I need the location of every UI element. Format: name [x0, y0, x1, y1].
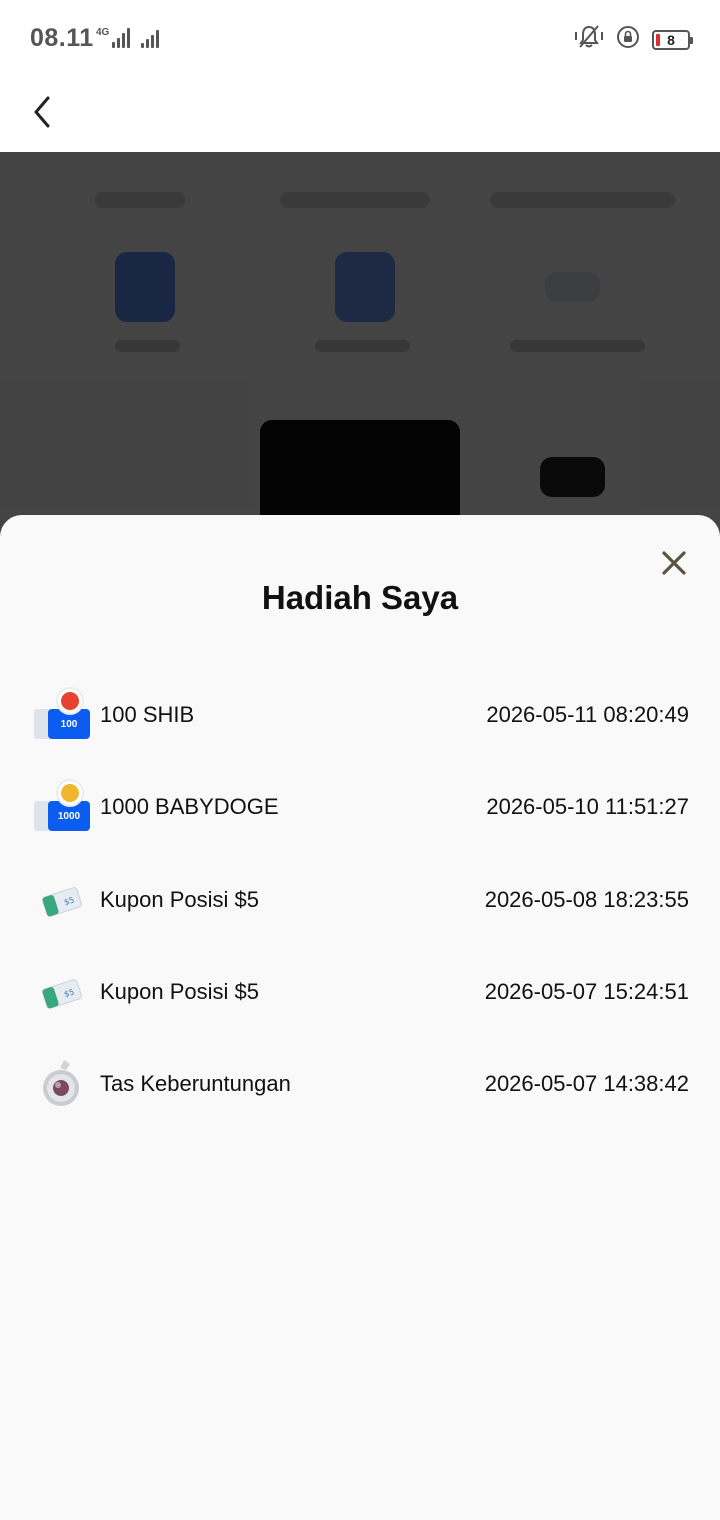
back-button[interactable]	[22, 84, 62, 140]
status-bar: 08.11 4G 8	[0, 0, 720, 76]
reward-date: 2026-05-07 15:24:51	[484, 979, 689, 1005]
reward-date: 2026-05-07 14:38:42	[484, 1071, 689, 1097]
sheet-title: Hadiah Saya	[261, 579, 459, 616]
coupon-icon: $5	[34, 872, 90, 928]
status-time: 08.11	[30, 24, 94, 52]
close-button[interactable]	[656, 545, 692, 581]
signal-icon	[112, 26, 131, 48]
reward-row[interactable]: $5 Kupon Posisi $5 2026-05-08 18:23:55	[0, 854, 720, 946]
vibrate-icon	[574, 24, 604, 55]
network-type: 4G	[96, 27, 110, 38]
reward-date: 2026-05-08 18:23:55	[484, 886, 689, 912]
reward-list: 100 100 SHIB 2026-05-11 08:20:49 1000 10…	[0, 669, 720, 1130]
reward-name: Kupon Posisi $5	[100, 886, 259, 912]
close-icon	[662, 551, 686, 575]
coupon-icon: $5	[34, 964, 90, 1020]
reward-name: 100 SHIB	[100, 702, 195, 728]
shib-token-icon: 100	[34, 687, 90, 743]
reward-row[interactable]: 1000 1000 BABYDOGE 2026-05-10 11:51:27	[0, 761, 720, 853]
status-right-icons: 8	[574, 24, 693, 55]
my-rewards-sheet: Hadiah Saya 100 100 SHIB 2026-05-11 08:2…	[0, 515, 720, 1520]
reward-date: 2026-05-11 08:20:49	[486, 702, 689, 728]
reward-name: Kupon Posisi $5	[100, 979, 259, 1005]
reward-row[interactable]: Tas Keberuntungan 2026-05-07 14:38:42	[0, 1038, 720, 1130]
lucky-bag-icon	[34, 1056, 90, 1112]
reward-row[interactable]: 100 100 SHIB 2026-05-11 08:20:49	[0, 669, 720, 761]
reward-name: Tas Keberuntungan	[100, 1071, 291, 1097]
battery-icon: 8	[652, 29, 693, 50]
rotation-lock-icon	[616, 25, 640, 54]
network-indicator: 4G	[96, 26, 160, 48]
chevron-left-icon	[34, 96, 50, 128]
reward-date: 2026-05-10 11:51:27	[486, 794, 689, 820]
reward-name: 1000 BABYDOGE	[100, 794, 279, 820]
signal-icon-2	[141, 26, 160, 48]
app-header	[0, 76, 720, 152]
reward-row[interactable]: $5 Kupon Posisi $5 2026-05-07 15:24:51	[0, 946, 720, 1038]
babydoge-token-icon: 1000	[34, 779, 90, 835]
